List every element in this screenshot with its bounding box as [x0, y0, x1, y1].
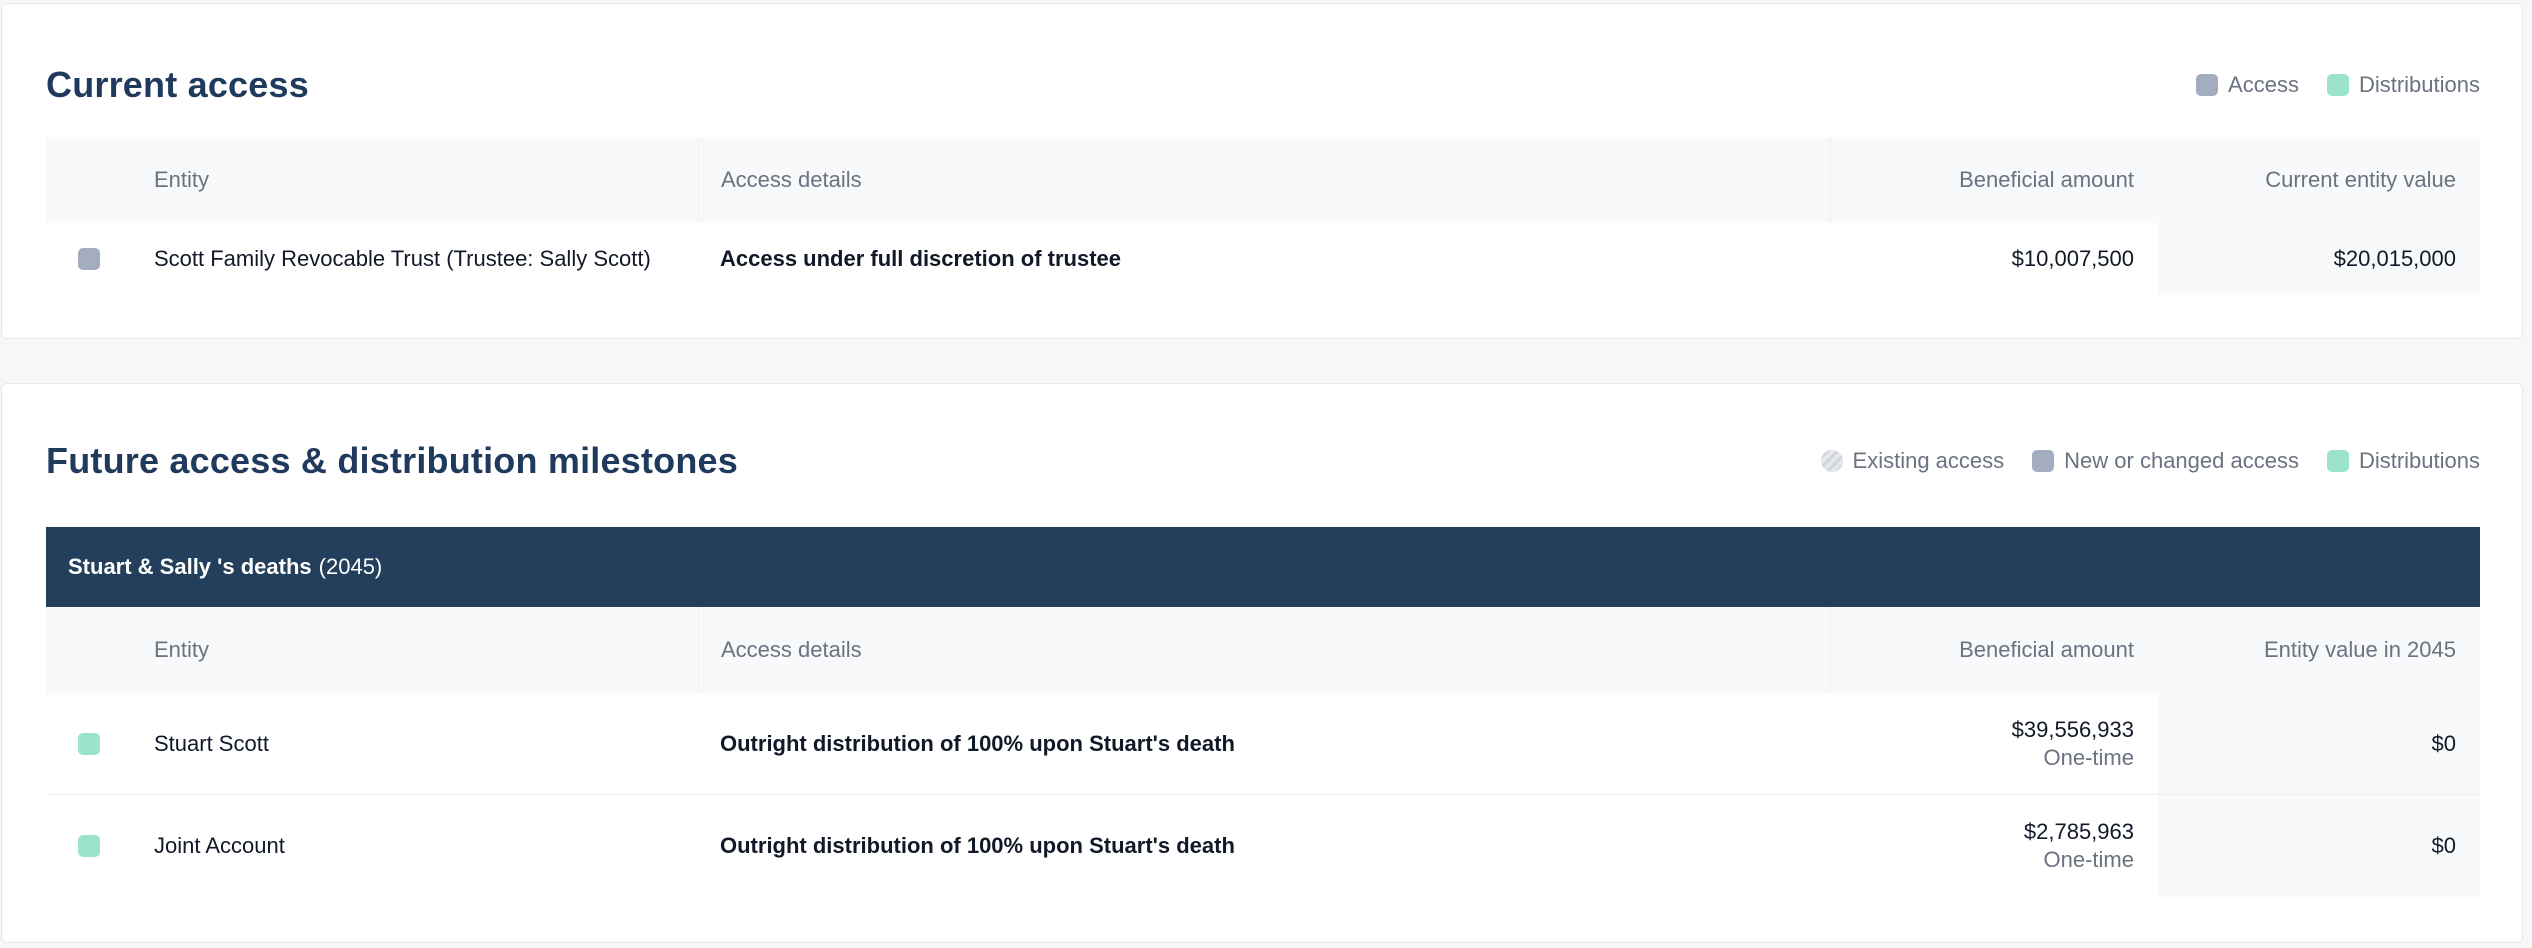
current-access-title: Current access — [46, 64, 309, 105]
distribution-swatch-icon — [2326, 450, 2349, 472]
entity-column-header[interactable]: Entity — [132, 137, 698, 223]
legend-item-distributions: Distributions — [2326, 72, 2480, 98]
details-cell: Access under full discretion of trustee — [720, 246, 1121, 271]
table-row[interactable]: Joint Account Outright distribution of 1… — [46, 795, 2480, 897]
indicator-column-header — [46, 137, 132, 223]
indicator-cell — [46, 693, 132, 794]
indicator-cell — [46, 795, 132, 897]
amount-value: $39,556,933 — [2011, 716, 2134, 742]
details-cell: Outright distribution of 100% upon Stuar… — [720, 730, 1235, 756]
future-access-table: Entity Access details Beneficial amount … — [46, 607, 2480, 897]
legend-label: Access — [2228, 72, 2299, 97]
legend-item-access: Access — [2196, 72, 2299, 98]
current-access-card: Current access Access Distributions Enti… — [1, 3, 2523, 339]
indicator-column-header — [46, 607, 132, 693]
legend-label: Distributions — [2358, 448, 2480, 473]
value-column-header[interactable]: Current entity value — [2158, 137, 2480, 223]
details-column-header[interactable]: Access details — [698, 607, 1830, 693]
amount-frequency: One-time — [2043, 744, 2134, 770]
access-swatch-icon — [2032, 450, 2055, 472]
amount-column-header[interactable]: Beneficial amount — [1830, 607, 2158, 693]
legend-item-new-access: New or changed access — [2032, 448, 2299, 474]
milestone-year: (2045) — [318, 554, 383, 579]
distribution-indicator-icon — [78, 835, 100, 857]
value-cell: $0 — [2158, 693, 2480, 794]
milestone-header[interactable]: Stuart & Sally 's deaths (2045) — [46, 527, 2480, 607]
table-row[interactable]: Stuart Scott Outright distribution of 10… — [46, 693, 2480, 795]
current-access-legend: Access Distributions — [2196, 72, 2480, 98]
amount-cell: $2,785,963 One-time — [1830, 795, 2158, 897]
legend-item-existing-access: Existing access — [1820, 448, 2005, 474]
milestone-label: Stuart & Sally 's deaths — [68, 554, 312, 579]
legend-label: New or changed access — [2064, 448, 2299, 473]
entity-cell: Joint Account — [154, 833, 285, 858]
table-header-row: Entity Access details Beneficial amount … — [46, 607, 2480, 693]
value-cell: $20,015,000 — [2158, 223, 2480, 295]
value-cell: $0 — [2158, 795, 2480, 897]
amount-frequency: One-time — [2043, 847, 2134, 872]
amount-cell: $39,556,933 One-time — [1830, 693, 2158, 794]
future-access-legend: Existing access New or changed access Di… — [1820, 448, 2480, 474]
future-access-card: Future access & distribution milestones … — [1, 383, 2523, 943]
legend-item-distributions: Distributions — [2326, 448, 2480, 474]
value-column-header[interactable]: Entity value in 2045 — [2158, 607, 2480, 693]
entity-cell: Scott Family Revocable Trust (Trustee: S… — [154, 246, 651, 271]
entity-column-header[interactable]: Entity — [132, 607, 698, 693]
indicator-cell — [46, 223, 132, 295]
legend-label: Distributions — [2358, 72, 2480, 97]
access-indicator-icon — [78, 248, 100, 270]
distribution-indicator-icon — [78, 732, 100, 755]
table-row[interactable]: Scott Family Revocable Trust (Trustee: S… — [46, 223, 2480, 295]
distribution-swatch-icon — [2326, 74, 2349, 96]
entity-cell: Stuart Scott — [154, 730, 269, 756]
hatched-circle-icon — [1820, 450, 1843, 472]
current-access-table: Entity Access details Beneficial amount … — [46, 137, 2480, 295]
details-cell: Outright distribution of 100% upon Stuar… — [720, 833, 1235, 858]
amount-column-header[interactable]: Beneficial amount — [1830, 137, 2158, 223]
access-swatch-icon — [2196, 74, 2219, 96]
amount-value: $2,785,963 — [2023, 819, 2134, 844]
future-access-title: Future access & distribution milestones — [46, 440, 738, 481]
table-header-row: Entity Access details Beneficial amount … — [46, 137, 2480, 223]
legend-label: Existing access — [1852, 448, 2005, 473]
amount-cell: $10,007,500 — [2011, 246, 2134, 271]
details-column-header[interactable]: Access details — [698, 137, 1830, 223]
